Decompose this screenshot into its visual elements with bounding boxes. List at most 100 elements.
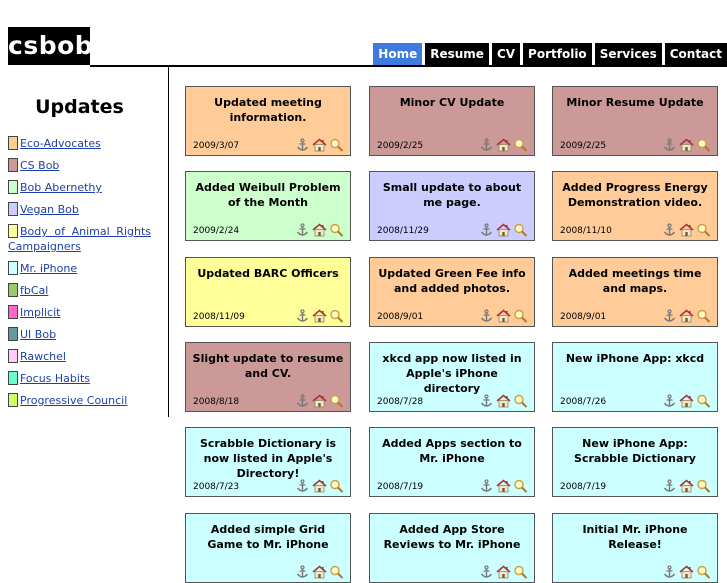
magnifier-icon[interactable] <box>329 309 344 323</box>
home-icon[interactable] <box>679 223 694 237</box>
home-icon[interactable] <box>312 479 327 493</box>
home-icon[interactable] <box>496 138 511 152</box>
update-title[interactable]: Minor Resume Update <box>559 95 711 110</box>
anchor-icon[interactable] <box>479 309 494 323</box>
anchor-icon[interactable] <box>662 223 677 237</box>
magnifier-icon[interactable] <box>696 394 711 408</box>
update-card[interactable]: Updated meeting information. 2009/3/07 <box>185 86 351 156</box>
anchor-icon[interactable] <box>295 479 310 493</box>
update-title[interactable]: Added App Store Reviews to Mr. iPhone <box>376 522 528 552</box>
magnifier-icon[interactable] <box>513 223 528 237</box>
home-icon[interactable] <box>312 394 327 408</box>
update-title[interactable]: New iPhone App: Scrabble Dictionary <box>559 436 711 466</box>
anchor-icon[interactable] <box>295 309 310 323</box>
update-title[interactable]: Added meetings time and maps. <box>559 266 711 296</box>
update-card[interactable]: Minor Resume Update 2009/2/25 <box>552 86 718 156</box>
sidebar-link[interactable]: Eco-Advocates <box>20 137 101 150</box>
home-icon[interactable] <box>496 309 511 323</box>
magnifier-icon[interactable] <box>696 138 711 152</box>
anchor-icon[interactable] <box>479 394 494 408</box>
sidebar-link[interactable]: Vegan Bob <box>20 203 79 216</box>
update-title[interactable]: Small update to about me page. <box>376 180 528 210</box>
update-title[interactable]: New iPhone App: xkcd <box>559 351 711 366</box>
sidebar-link[interactable]: Bob Abernethy <box>20 181 102 194</box>
home-icon[interactable] <box>312 138 327 152</box>
update-title[interactable]: Added Progress Energy Demonstration vide… <box>559 180 711 210</box>
update-card[interactable]: Added simple Grid Game to Mr. iPhone <box>185 513 351 583</box>
anchor-icon[interactable] <box>662 479 677 493</box>
home-icon[interactable] <box>496 479 511 493</box>
sidebar-link[interactable]: Focus Habits <box>20 372 90 385</box>
sidebar-link[interactable]: Mr. iPhone <box>20 262 77 275</box>
update-card[interactable]: Scrabble Dictionary is now listed in App… <box>185 427 351 497</box>
update-title[interactable]: Updated Green Fee info and added photos. <box>376 266 528 296</box>
nav-cv[interactable]: CV <box>491 43 521 65</box>
home-icon[interactable] <box>312 565 327 579</box>
anchor-icon[interactable] <box>479 479 494 493</box>
update-title[interactable]: Scrabble Dictionary is now listed in App… <box>192 436 344 481</box>
anchor-icon[interactable] <box>662 309 677 323</box>
home-icon[interactable] <box>312 309 327 323</box>
anchor-icon[interactable] <box>479 138 494 152</box>
magnifier-icon[interactable] <box>696 565 711 579</box>
magnifier-icon[interactable] <box>513 479 528 493</box>
update-card[interactable]: Added Weibull Problem of the Month 2009/2… <box>185 171 351 241</box>
magnifier-icon[interactable] <box>696 223 711 237</box>
anchor-icon[interactable] <box>295 138 310 152</box>
update-card[interactable]: Updated BARC Officers 2008/11/09 <box>185 257 351 327</box>
home-icon[interactable] <box>496 565 511 579</box>
update-card[interactable]: Minor CV Update 2009/2/25 <box>369 86 535 156</box>
anchor-icon[interactable] <box>662 394 677 408</box>
update-card[interactable]: Updated Green Fee info and added photos.… <box>369 257 535 327</box>
anchor-icon[interactable] <box>662 565 677 579</box>
sidebar-link[interactable]: Implicit <box>20 306 60 319</box>
sidebar-link[interactable]: Body of Animal Rights Campaigners <box>8 225 151 253</box>
update-card[interactable]: Added Apps section to Mr. iPhone 2008/7/1… <box>369 427 535 497</box>
anchor-icon[interactable] <box>662 138 677 152</box>
anchor-icon[interactable] <box>295 223 310 237</box>
nav-services[interactable]: Services <box>594 43 662 65</box>
magnifier-icon[interactable] <box>513 309 528 323</box>
sidebar-link[interactable]: CS Bob <box>20 159 59 172</box>
update-card[interactable]: Initial Mr. iPhone Release! <box>552 513 718 583</box>
update-card[interactable]: New iPhone App: xkcd 2008/7/26 <box>552 342 718 412</box>
magnifier-icon[interactable] <box>329 479 344 493</box>
magnifier-icon[interactable] <box>329 223 344 237</box>
nav-contact[interactable]: Contact <box>664 43 727 65</box>
home-icon[interactable] <box>679 565 694 579</box>
anchor-icon[interactable] <box>479 223 494 237</box>
site-logo[interactable]: csbob <box>8 27 93 65</box>
home-icon[interactable] <box>496 394 511 408</box>
update-card[interactable]: Added meetings time and maps. 2008/9/01 <box>552 257 718 327</box>
home-icon[interactable] <box>679 309 694 323</box>
magnifier-icon[interactable] <box>513 565 528 579</box>
nav-resume[interactable]: Resume <box>425 43 489 65</box>
update-card[interactable]: Added Progress Energy Demonstration vide… <box>552 171 718 241</box>
update-card[interactable]: xkcd app now listed in Apple's iPhone di… <box>369 342 535 412</box>
nav-home[interactable]: Home <box>373 43 423 65</box>
magnifier-icon[interactable] <box>329 138 344 152</box>
update-card[interactable]: New iPhone App: Scrabble Dictionary 2008/… <box>552 427 718 497</box>
update-title[interactable]: Added simple Grid Game to Mr. iPhone <box>192 522 344 552</box>
update-title[interactable]: Slight update to resume and CV. <box>192 351 344 381</box>
anchor-icon[interactable] <box>479 565 494 579</box>
magnifier-icon[interactable] <box>696 479 711 493</box>
update-title[interactable]: Initial Mr. iPhone Release! <box>559 522 711 552</box>
magnifier-icon[interactable] <box>329 565 344 579</box>
sidebar-link[interactable]: UI Bob <box>20 328 56 341</box>
update-title[interactable]: Minor CV Update <box>376 95 528 110</box>
update-title[interactable]: xkcd app now listed in Apple's iPhone di… <box>376 351 528 396</box>
sidebar-link[interactable]: Rawchel <box>20 350 66 363</box>
update-title[interactable]: Updated meeting information. <box>192 95 344 125</box>
nav-portfolio[interactable]: Portfolio <box>523 43 592 65</box>
home-icon[interactable] <box>496 223 511 237</box>
anchor-icon[interactable] <box>295 565 310 579</box>
home-icon[interactable] <box>312 223 327 237</box>
sidebar-link[interactable]: Progressive Council <box>20 394 127 407</box>
anchor-icon[interactable] <box>295 394 310 408</box>
update-title[interactable]: Added Apps section to Mr. iPhone <box>376 436 528 466</box>
update-title[interactable]: Updated BARC Officers <box>192 266 344 281</box>
update-title[interactable]: Added Weibull Problem of the Month <box>192 180 344 210</box>
update-card[interactable]: Small update to about me page. 2008/11/29 <box>369 171 535 241</box>
home-icon[interactable] <box>679 479 694 493</box>
